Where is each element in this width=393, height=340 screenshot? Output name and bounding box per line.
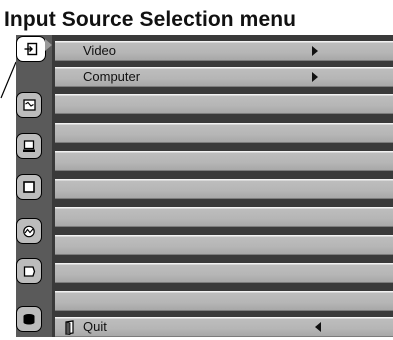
setting-tab[interactable] — [16, 258, 42, 284]
menu-item-label: Computer — [83, 69, 141, 84]
arrow-left-icon — [315, 322, 321, 332]
arrow-right-icon — [312, 72, 318, 82]
quit-icon — [64, 320, 76, 340]
active-tab-pointer — [45, 39, 52, 51]
empty-row — [55, 207, 393, 227]
quit-label: Quit — [83, 319, 107, 334]
info-icon — [22, 313, 36, 325]
screen-tab[interactable] — [16, 174, 42, 200]
computer-icon — [22, 139, 36, 153]
image-adjust-tab[interactable] — [16, 92, 42, 118]
input-tab[interactable] — [16, 36, 46, 62]
empty-row — [55, 235, 393, 255]
empty-row — [55, 151, 393, 171]
screen-icon — [23, 181, 35, 193]
setting-icon — [23, 265, 36, 278]
page-title: Input Source Selection menu — [4, 8, 297, 31]
empty-row — [55, 123, 393, 143]
image-select-tab[interactable] — [16, 218, 42, 244]
empty-row — [55, 94, 393, 114]
menu-item-video[interactable]: Video — [55, 41, 393, 61]
empty-row — [55, 291, 393, 311]
menu-panel: Video Computer Quit — [52, 35, 393, 337]
input-icon — [24, 42, 38, 56]
arrow-right-icon — [312, 46, 318, 56]
empty-row — [55, 179, 393, 199]
image-select-icon — [22, 225, 36, 238]
menu-item-label: Video — [83, 43, 117, 58]
menu-item-quit[interactable]: Quit — [55, 317, 393, 337]
info-tab[interactable] — [16, 306, 42, 332]
computer-tab[interactable] — [16, 133, 42, 159]
image-adjust-icon — [22, 99, 36, 111]
menu-item-computer[interactable]: Computer — [55, 67, 393, 87]
empty-row — [55, 263, 393, 283]
